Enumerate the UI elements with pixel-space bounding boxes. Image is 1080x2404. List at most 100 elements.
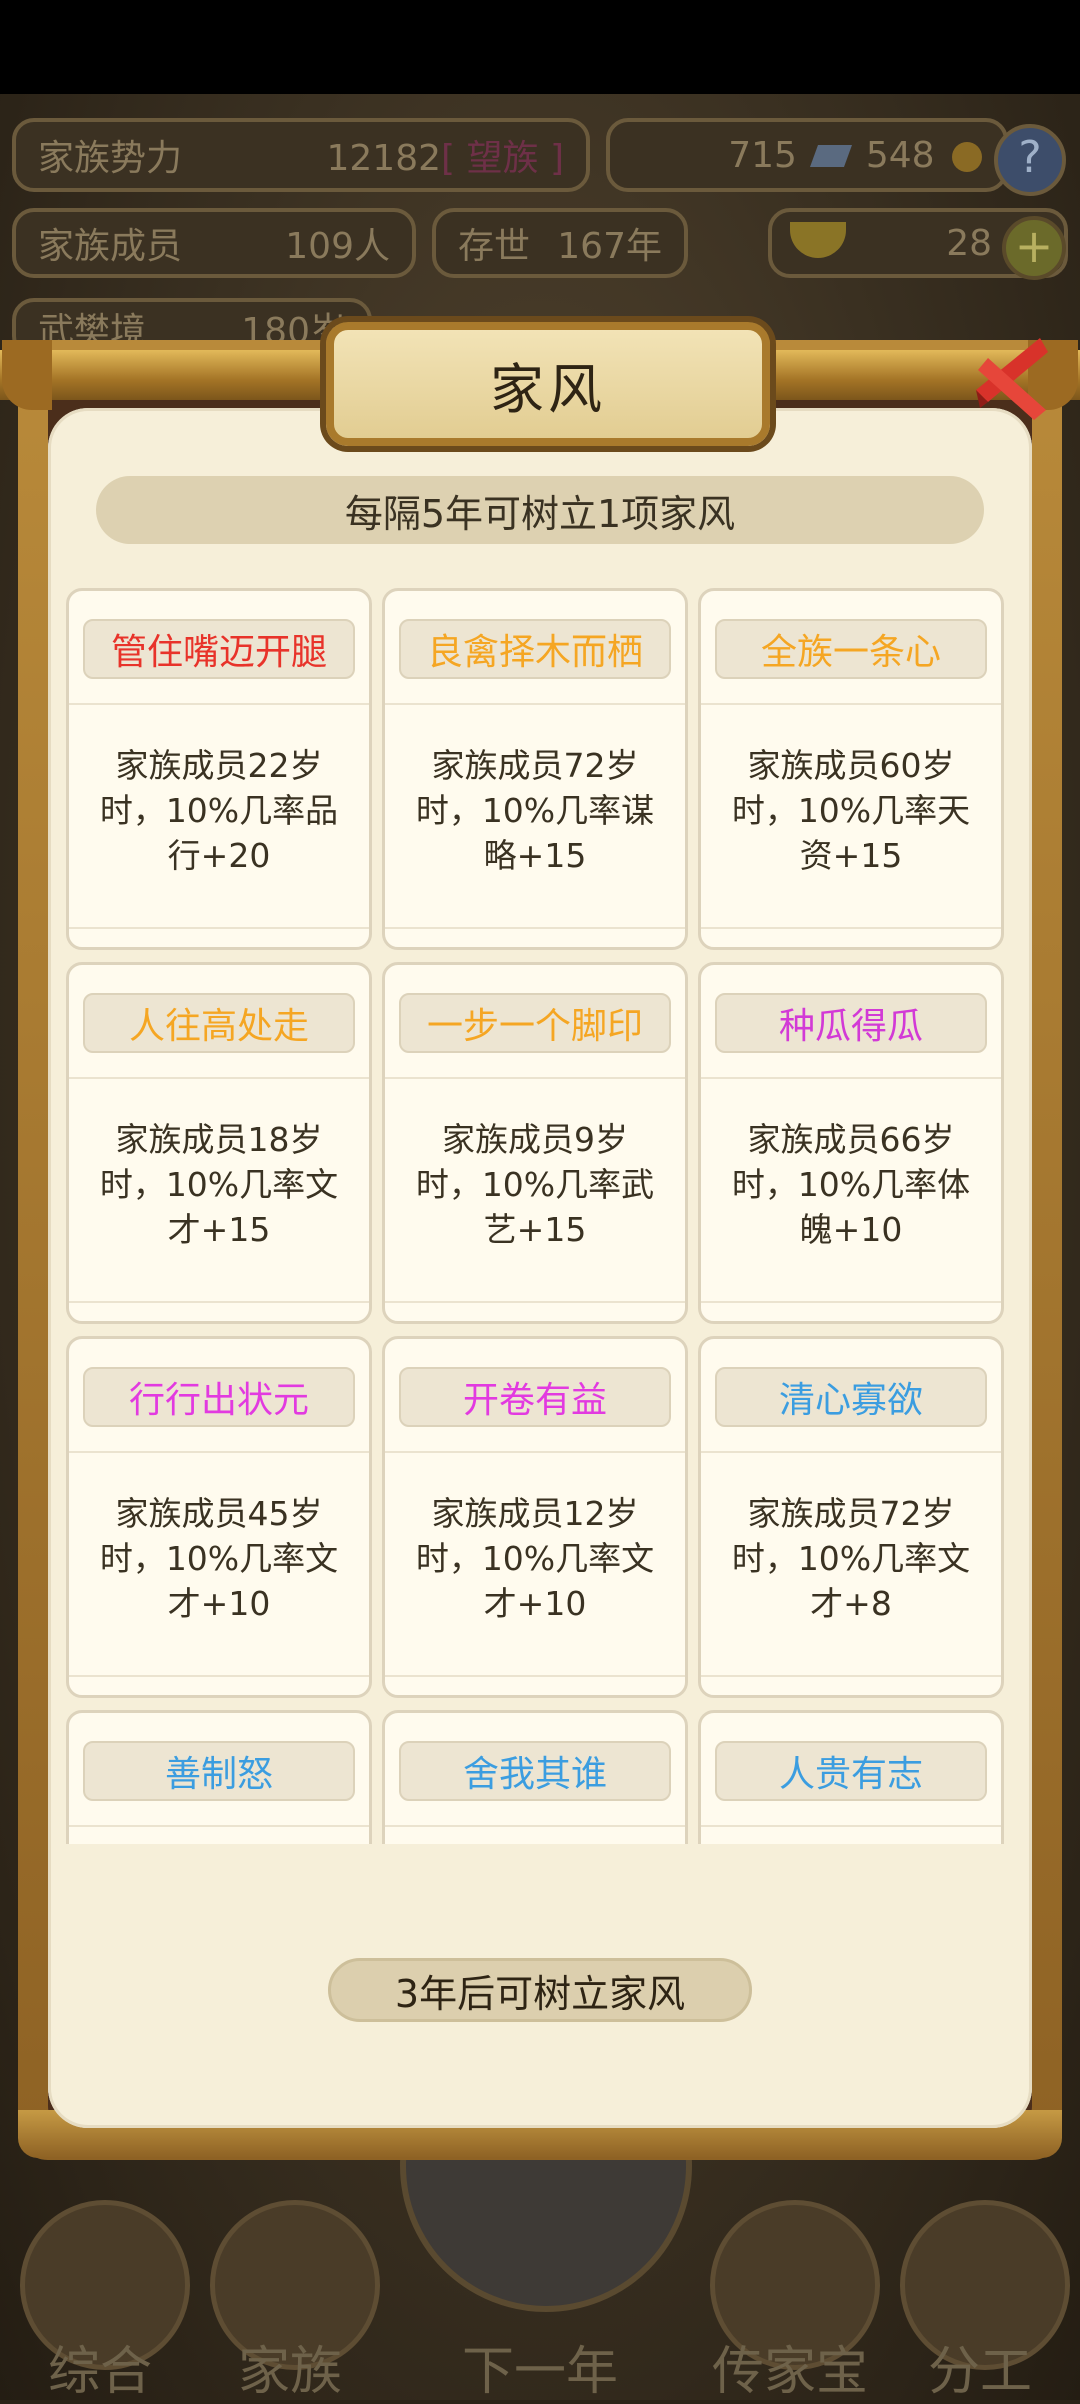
card-divider [385,1451,685,1453]
card-description-line: 家族成员22岁 [115,746,323,785]
help-button[interactable]: ? [994,124,1066,196]
card-name: 人贵有志 [715,1741,987,1801]
card-name: 人往高处走 [83,993,355,1053]
card-description-line: 时，10%几率天 [731,791,971,830]
family-style-card[interactable]: 舍我其谁 [382,1710,688,1844]
card-footer-line [385,1301,685,1303]
card-description-line: 时，10%几率文 [415,1539,655,1578]
nav-heirloom[interactable]: 传家宝 [700,2200,880,2402]
card-description-line: 家族成员72岁 [431,746,639,785]
nav-heirloom-label: 传家宝 [711,2342,868,2402]
card-footer-line [701,1675,1001,1677]
card-description: 家族成员72岁 时，10%几率谋 略+15 [399,743,671,878]
card-divider [69,703,369,705]
family-style-card[interactable]: 清心寡欲家族成员72岁 时，10%几率文 才+8 [698,1336,1004,1698]
card-description-line: 略+15 [483,836,587,875]
card-description-line: 行+20 [167,836,271,875]
card-description-line: 才+10 [483,1584,587,1623]
card-name: 清心寡欲 [715,1367,987,1427]
family-power-rank: [ 望族 ] [441,138,564,179]
card-description-line: 艺+15 [483,1210,587,1249]
close-icon [976,338,1048,420]
family-style-card[interactable]: 开卷有益家族成员12岁 时，10%几率文 才+10 [382,1336,688,1698]
currency-values: 715 548 [728,135,982,176]
family-style-card[interactable]: 人往高处走家族成员18岁 时，10%几率文 才+15 [66,962,372,1324]
exist-value: 167年 [557,226,662,267]
card-name: 全族一条心 [715,619,987,679]
currency2-value: 548 [865,134,935,176]
card-name: 善制怒 [83,1741,355,1801]
card-name: 一步一个脚印 [399,993,671,1053]
card-footer-line [69,927,369,929]
card-name: 开卷有益 [399,1367,671,1427]
family-power-value: 12182[ 望族 ] [326,129,564,181]
coin-icon [952,141,982,172]
family-power-label: 家族势力 [38,138,183,179]
card-description: 家族成员18岁 时，10%几率文 才+15 [83,1117,355,1252]
family-style-card[interactable]: 人贵有志 [698,1710,1004,1844]
dialog-title: 家风 [490,357,606,421]
family-style-card[interactable]: 种瓜得瓜 家族成员66岁 时，10%几率体 魄+10 [698,962,1004,1324]
info-banner: 每隔5年可树立1项家风 [96,476,984,544]
card-name: 行行出状元 [83,1367,355,1427]
card-description-line: 家族成员12岁 [431,1494,639,1533]
card-description-line: 时，10%几率体 [731,1165,971,1204]
family-style-card[interactable]: 全族一条心家族成员60岁 时，10%几率天 资+15 [698,588,1004,950]
nav-general-label: 综合 [47,2342,152,2402]
card-description: 家族成员45岁 时，10%几率文 才+10 [83,1491,355,1626]
card-description: 家族成员9岁 时，10%几率武 艺+15 [399,1117,671,1252]
establish-button[interactable]: 3年后可树立家风 [328,1958,752,2022]
card-description-line: 家族成员72岁 [747,1494,955,1533]
silver-icon [810,144,853,167]
family-style-card[interactable]: 行行出状元家族成员45岁 时，10%几率文 才+10 [66,1336,372,1698]
nav-next-year[interactable]: 下一年 [440,2200,640,2402]
family-style-grid[interactable]: 管住嘴迈开腿 家族成员22岁 时，10%几率品 行+20 良禽择木而栖 家族成员72岁 时，… [66,588,1014,1844]
card-description: 家族成员12岁 时，10%几率文 才+10 [399,1491,671,1626]
card-divider [701,1077,1001,1079]
card-divider [701,1451,1001,1453]
card-description-line: 家族成员9岁 [442,1120,628,1159]
nav-family-label: 家族 [237,2342,342,2402]
family-power-box: 家族势力 12182[ 望族 ] [12,118,590,192]
card-description: 家族成员60岁 时，10%几率天 资+15 [715,743,987,878]
card-divider [69,1077,369,1079]
add-gold-button[interactable]: + [1002,216,1066,280]
card-description-line: 时，10%几率文 [99,1539,339,1578]
family-style-card[interactable]: 一步一个脚印家族成员9岁 时，10%几率武 艺+15 [382,962,688,1324]
card-description-line: 时，10%几率武 [415,1165,655,1204]
card-divider [701,703,1001,705]
card-description: 家族成员72岁 时，10%几率文 才+8 [715,1491,987,1626]
card-description-line: 时，10%几率品 [99,791,339,830]
family-style-card[interactable]: 良禽择木而栖家族成员72岁 时，10%几率谋 略+15 [382,588,688,950]
family-power-number: 12182 [326,138,442,179]
card-divider [385,1077,685,1079]
family-style-card[interactable]: 善制怒 [66,1710,372,1844]
exist-years-box: 存世 167年 [432,208,688,278]
card-description-line: 才+15 [167,1210,271,1249]
nav-general[interactable]: 综合 [10,2200,190,2402]
card-name: 舍我其谁 [399,1741,671,1801]
card-description-line: 才+8 [810,1584,892,1623]
nav-family[interactable]: 家族 [200,2200,380,2402]
close-button[interactable] [958,328,1058,428]
card-description-line: 时，10%几率谋 [415,791,655,830]
family-members-value: 109人 [285,226,390,267]
family-members-label: 家族成员 [38,226,183,267]
family-style-card[interactable]: 管住嘴迈开腿家族成员22岁 时，10%几率品 行+20 [66,588,372,950]
card-name: 良禽择木而栖 [399,619,671,679]
card-divider [385,703,685,705]
family-members-box: 家族成员 109人 [12,208,416,278]
card-footer-line [69,1675,369,1677]
card-name: 管住嘴迈开腿 [83,619,355,679]
card-description: 家族成员66岁 时，10%几率体 魄+10 [715,1117,987,1252]
nav-division[interactable]: 分工 [890,2200,1070,2402]
currency-box: 715 548 [606,118,1008,192]
card-footer-line [701,927,1001,929]
card-divider [385,1825,685,1827]
exist-label: 存世 [458,226,531,267]
nav-division-label: 分工 [927,2342,1032,2402]
card-description-line: 家族成员60岁 [747,746,955,785]
card-divider [69,1451,369,1453]
rod-end-left [2,340,52,410]
nav-next-year-label: 下一年 [461,2342,618,2402]
